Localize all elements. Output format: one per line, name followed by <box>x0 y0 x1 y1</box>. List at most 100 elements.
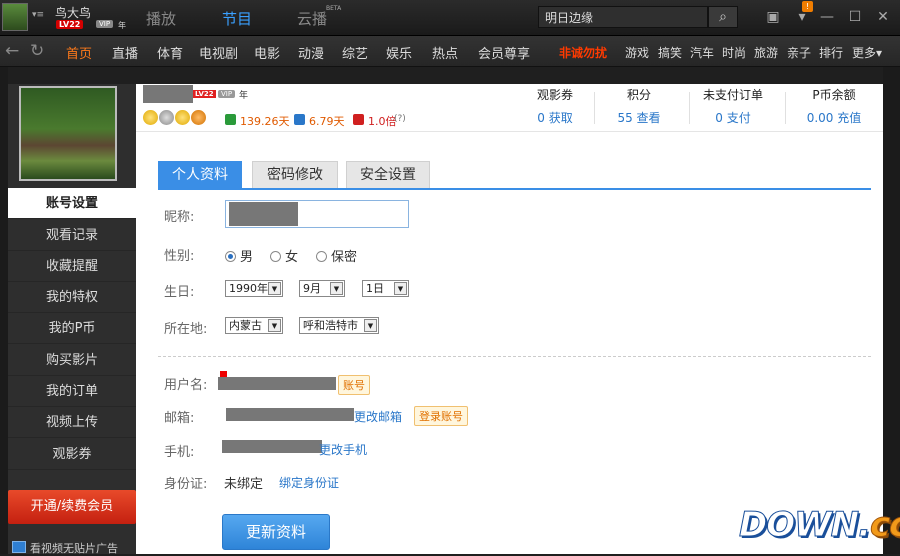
section-divider <box>158 356 871 357</box>
nav-home[interactable]: 首页 <box>66 43 92 62</box>
moon-icon <box>159 110 174 125</box>
sidebar-item-privileges[interactable]: 我的特权 <box>8 282 136 313</box>
sidebar-item-account-settings[interactable]: 账号设置 <box>8 188 136 219</box>
nav-entertainment[interactable]: 娱乐 <box>386 43 412 62</box>
account-tickets-value: 0 <box>537 111 545 125</box>
get-tickets-link[interactable]: 获取 <box>549 111 573 125</box>
back-icon[interactable]: ← <box>5 41 19 61</box>
level-badge: LV22 <box>56 20 84 29</box>
chevron-down-icon: ▼ <box>330 282 343 295</box>
change-phone-link[interactable]: 更改手机 <box>319 441 367 458</box>
star-icon <box>175 110 190 125</box>
nav-movies[interactable]: 电影 <box>254 43 280 62</box>
tab-play[interactable]: 播放 <box>146 8 176 29</box>
radio-selected-icon <box>225 251 236 262</box>
sidebar-item-p-coins[interactable]: 我的P币 <box>8 313 136 344</box>
nav-fashion[interactable]: 时尚 <box>722 44 746 61</box>
stat-speed: 6.79天 <box>309 115 345 128</box>
chevron-down-icon: ▼ <box>268 319 281 332</box>
phone-label: 手机: <box>164 445 195 460</box>
redacted-nickname <box>229 202 298 226</box>
bind-id-card-link[interactable]: 绑定身份证 <box>279 474 339 491</box>
radio-icon <box>270 251 281 262</box>
account-orders-label: 未支付订单 <box>702 88 763 102</box>
recharge-link[interactable]: 充值 <box>837 111 861 125</box>
redacted-phone <box>222 440 322 453</box>
nav-variety[interactable]: 综艺 <box>342 43 368 62</box>
nav-tv[interactable]: 电视剧 <box>199 43 238 62</box>
nav-promo[interactable]: 非诚勿扰 <box>559 44 607 61</box>
left-border <box>0 67 8 554</box>
tab-profile[interactable]: 个人资料 <box>158 161 242 188</box>
level-badge-profile: LV22 <box>193 90 216 98</box>
star-icon <box>143 110 158 125</box>
gender-female-radio[interactable]: 女 <box>270 246 298 265</box>
tab-password[interactable]: 密码修改 <box>252 161 338 188</box>
profile-avatar[interactable] <box>19 86 117 181</box>
update-profile-button[interactable]: 更新资料 <box>222 514 330 550</box>
search-input[interactable]: 明日边缘 <box>538 6 708 28</box>
stat-days: 139.26天 <box>240 115 290 128</box>
clock-icon <box>225 114 236 125</box>
menu-caret-icon[interactable]: ▾≡ <box>32 10 44 20</box>
nav-ranking[interactable]: 排行 <box>819 44 843 61</box>
chevron-down-icon: ▼ <box>268 282 281 295</box>
profile-info-strip: LV22 VIP 年 139.26天 6.79天 1.0倍 (?) 观影券 0 … <box>136 84 883 132</box>
chevron-down-icon: ▼ <box>394 282 407 295</box>
gender-male-radio[interactable]: 男 <box>225 246 253 265</box>
message-icon[interactable]: ▣ <box>764 9 782 25</box>
beta-label: BETA <box>326 5 342 12</box>
username-label: 用户名: <box>164 378 208 393</box>
sidebar-item-tickets[interactable]: 观影券 <box>8 439 136 470</box>
login-account-badge: 登录账号 <box>414 406 468 426</box>
site-watermark: DOWN.cc <box>739 505 900 546</box>
account-badge: 账号 <box>338 375 370 395</box>
help-icon[interactable]: (?) <box>394 114 406 124</box>
nav-more[interactable]: 更多▾ <box>852 44 882 61</box>
nickname-label: 昵称: <box>164 210 195 225</box>
ad-free-text: 看视频无贴片广告 <box>30 542 118 555</box>
view-points-link[interactable]: 查看 <box>637 111 661 125</box>
maximize-icon[interactable]: ☐ <box>846 9 864 25</box>
sidebar-item-buy-films[interactable]: 购买影片 <box>8 345 136 376</box>
birth-month-select[interactable]: 9月 ▼ <box>299 280 345 297</box>
search-icon[interactable]: ⌕ <box>708 6 738 28</box>
minimize-icon[interactable]: — <box>818 9 836 25</box>
sidebar-item-favorites[interactable]: 收藏提醒 <box>8 251 136 282</box>
nav-parenting[interactable]: 亲子 <box>787 44 811 61</box>
nav-travel[interactable]: 旅游 <box>754 44 778 61</box>
nav-cars[interactable]: 汽车 <box>690 44 714 61</box>
sidebar-item-upload[interactable]: 视频上传 <box>8 407 136 438</box>
nav-anime[interactable]: 动漫 <box>298 43 324 62</box>
tab-security[interactable]: 安全设置 <box>346 161 430 188</box>
change-email-link[interactable]: 更改邮箱 <box>354 408 402 425</box>
pay-orders-link[interactable]: 支付 <box>727 111 751 125</box>
birthday-label: 生日: <box>164 285 195 300</box>
ad-free-promo[interactable]: 看视频无贴片广告 <box>8 540 136 555</box>
nav-live[interactable]: 直播 <box>112 43 138 62</box>
sidebar-item-watch-history[interactable]: 观看记录 <box>8 220 136 251</box>
city-select[interactable]: 呼和浩特市 ▼ <box>299 317 379 334</box>
nav-vip[interactable]: 会员尊享 <box>478 43 530 62</box>
account-points-label: 积分 <box>626 88 651 102</box>
sun-icon <box>191 110 206 125</box>
nickname-input[interactable] <box>225 200 409 228</box>
nav-hot[interactable]: 热点 <box>432 43 458 62</box>
refresh-icon[interactable]: ↻ <box>30 41 44 61</box>
vip-tag-profile: VIP <box>218 90 236 98</box>
gender-secret-radio[interactable]: 保密 <box>316 246 357 265</box>
province-select[interactable]: 内蒙古 ▼ <box>225 317 283 334</box>
vip-renew-button[interactable]: 开通/续费会员 <box>8 490 136 524</box>
close-icon[interactable]: ✕ <box>874 9 892 25</box>
nav-games[interactable]: 游戏 <box>625 44 649 61</box>
tab-programs[interactable]: 节目 <box>222 8 252 29</box>
monitor-icon <box>12 541 26 553</box>
user-avatar-thumb[interactable] <box>2 3 28 31</box>
birth-day-select[interactable]: 1日 ▼ <box>362 280 409 297</box>
tab-cloud-play[interactable]: 云播 <box>297 8 327 29</box>
sidebar-item-orders[interactable]: 我的订单 <box>8 376 136 407</box>
birth-year-select[interactable]: 1990年 ▼ <box>225 280 283 297</box>
username[interactable]: 鸟大鸟 <box>55 4 91 21</box>
nav-sports[interactable]: 体育 <box>157 43 183 62</box>
nav-funny[interactable]: 搞笑 <box>658 44 682 61</box>
